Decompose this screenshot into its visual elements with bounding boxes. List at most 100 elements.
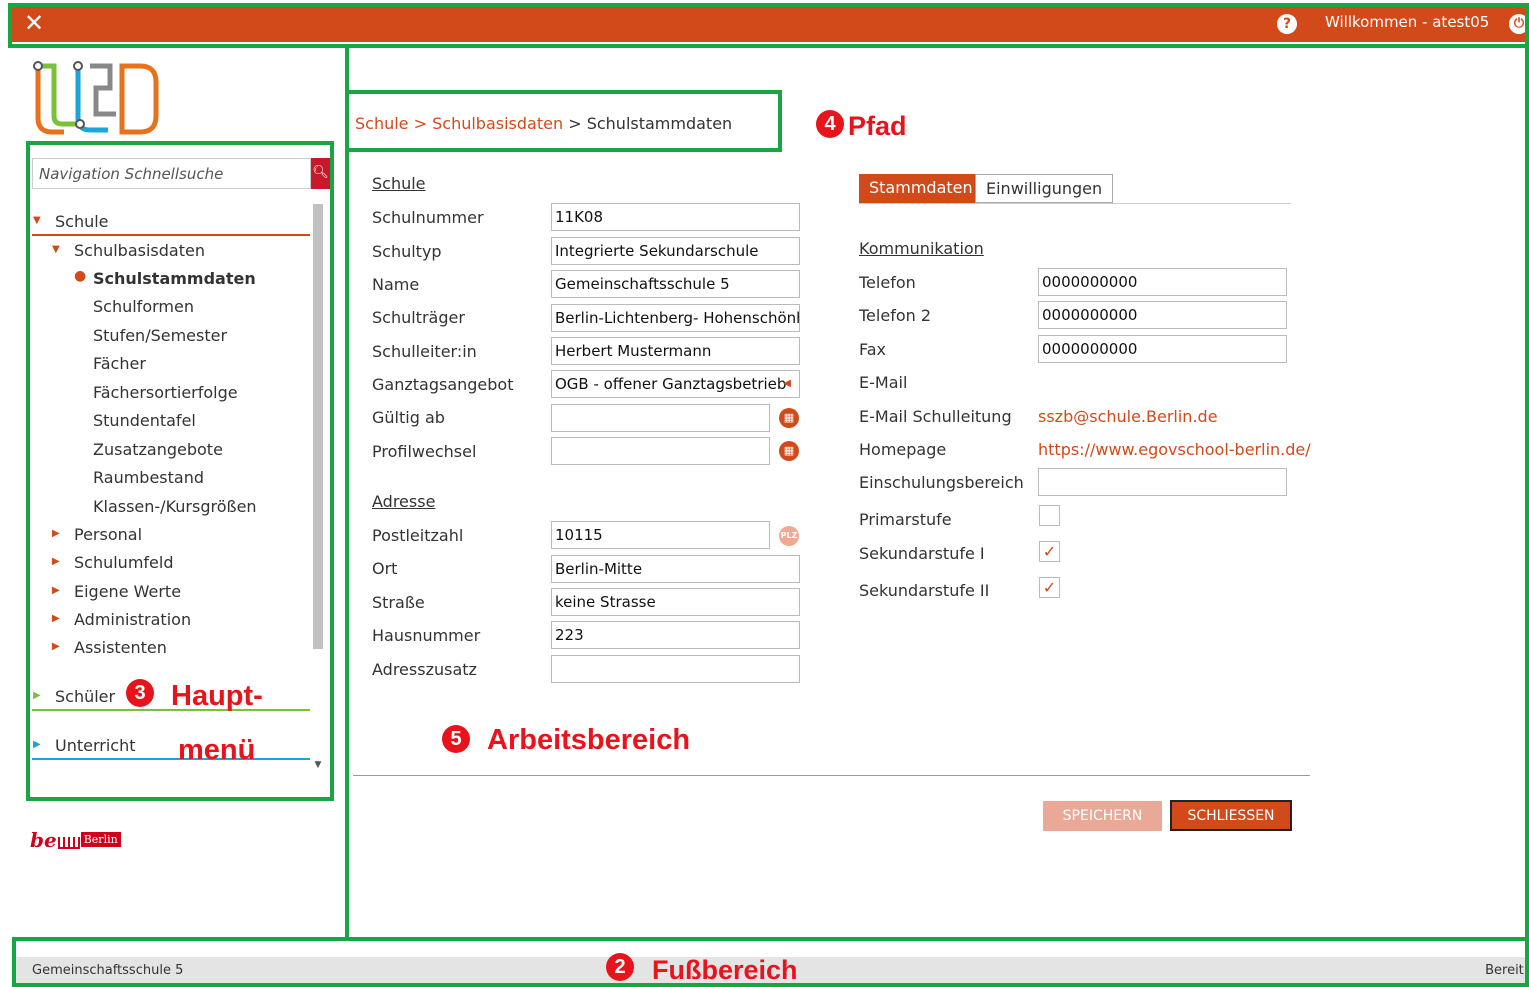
sidebar-item-administration[interactable]: ▶ Administration bbox=[52, 610, 192, 629]
sidebar-item-schulbasisdaten[interactable]: ▼ Schulbasisdaten bbox=[52, 241, 205, 260]
sidebar-item-zusatzangebote[interactable]: Zusatzangebote bbox=[93, 440, 223, 459]
field-label: Telefon bbox=[859, 273, 916, 292]
scroll-down-icon[interactable]: ▼ bbox=[313, 760, 323, 770]
close-icon[interactable]: ✕ bbox=[24, 8, 44, 38]
field-label: Primarstufe bbox=[859, 510, 952, 529]
collapsed-triangle-icon: ▶ bbox=[33, 739, 41, 750]
sidebar-item-raumbestand[interactable]: Raumbestand bbox=[93, 468, 204, 487]
nav-scroll-thumb[interactable] bbox=[313, 204, 323, 649]
fax-field[interactable]: 0000000000 bbox=[1038, 335, 1287, 363]
annotation-number: 3 bbox=[126, 679, 154, 707]
calendar-icon[interactable]: ▦ bbox=[779, 408, 799, 428]
annotation-label-path: Pfad bbox=[848, 111, 907, 141]
plz-lookup-icon[interactable]: PLZ bbox=[779, 526, 799, 546]
active-bullet-icon: ● bbox=[74, 268, 87, 284]
sidebar-item-stufen[interactable]: Stufen/Semester bbox=[93, 326, 227, 345]
expanded-triangle-icon: ▼ bbox=[52, 244, 60, 255]
divider bbox=[32, 234, 310, 236]
collapsed-triangle-icon: ▶ bbox=[52, 556, 60, 567]
nav-scrollbar[interactable]: ▼ bbox=[311, 200, 325, 778]
power-icon[interactable]: ⏻ bbox=[1509, 14, 1529, 34]
top-bar: ✕ ? Willkommen - atest05 ⏻ bbox=[10, 6, 1529, 42]
schulleiter-field[interactable]: Herbert Mustermann bbox=[551, 337, 800, 365]
nav-search-input[interactable] bbox=[32, 158, 311, 189]
sidebar-item-schule[interactable]: ▼ Schule bbox=[33, 212, 109, 231]
sidebar-item-klassen-kursgroessen[interactable]: Klassen-/Kursgrößen bbox=[93, 497, 257, 516]
ort-field[interactable]: Berlin-Mitte bbox=[551, 555, 800, 583]
sidebar-item-schulstammdaten[interactable]: ● Schulstammdaten bbox=[74, 268, 256, 288]
section-adresse: Adresse bbox=[372, 492, 436, 511]
sidebar-item-schueler[interactable]: ▶ Schüler bbox=[33, 687, 116, 706]
dropdown-arrow-icon: ◀ bbox=[783, 378, 791, 389]
sidebar-item-faechersortierfolge[interactable]: Fächersortierfolge bbox=[93, 383, 238, 402]
annotation-number: 2 bbox=[606, 953, 634, 981]
annotation-label-menu-2: menü bbox=[178, 734, 256, 766]
sidebar-item-label: Klassen-/Kursgrößen bbox=[93, 497, 257, 516]
postleitzahl-field[interactable]: 10115 bbox=[551, 521, 770, 549]
annotation-label-footer: Fußbereich bbox=[652, 955, 798, 985]
homepage-link[interactable]: https://www.egovschool-berlin.de/ bbox=[1038, 440, 1311, 459]
sidebar-item-label: Fächer bbox=[93, 354, 146, 373]
sidebar-item-label: Stufen/Semester bbox=[93, 326, 228, 345]
gueltig-ab-field[interactable] bbox=[551, 404, 770, 432]
close-button[interactable]: SCHLIESSEN bbox=[1170, 800, 1292, 831]
strasse-field[interactable]: keine Strasse bbox=[551, 588, 800, 616]
sidebar-item-label: Schüler bbox=[55, 687, 116, 706]
save-button[interactable]: SPEICHERN bbox=[1043, 801, 1162, 831]
annotation-number: 4 bbox=[816, 110, 844, 138]
telefon-field[interactable]: 0000000000 bbox=[1038, 268, 1287, 296]
collapsed-triangle-icon: ▶ bbox=[52, 528, 60, 539]
sidebar-item-label: Administration bbox=[74, 610, 192, 629]
sidebar-item-faecher[interactable]: Fächer bbox=[93, 354, 146, 373]
search-icon[interactable]: 🔍︎ bbox=[311, 158, 330, 189]
help-icon[interactable]: ? bbox=[1277, 14, 1297, 34]
sidebar-item-schulumfeld[interactable]: ▶ Schulumfeld bbox=[52, 553, 174, 572]
tab-stammdaten[interactable]: Stammdaten bbox=[859, 174, 983, 203]
field-label: Ganztagsangebot bbox=[372, 375, 514, 394]
sekundarstufe2-checkbox[interactable]: ✓ bbox=[1039, 577, 1060, 598]
email-schulleitung-link[interactable]: sszb@schule.Berlin.de bbox=[1038, 407, 1218, 426]
field-label: Schultyp bbox=[372, 242, 442, 261]
field-label: Ort bbox=[372, 559, 398, 578]
schulnummer-field[interactable]: 11K08 bbox=[551, 203, 800, 231]
sidebar-item-label: Zusatzangebote bbox=[93, 440, 223, 459]
berlin-logo-text: Berlin bbox=[80, 832, 121, 847]
welcome-text: Willkommen - atest05 bbox=[1325, 13, 1490, 31]
sekundarstufe1-checkbox[interactable]: ✓ bbox=[1039, 541, 1060, 562]
annotation-label-workarea: Arbeitsbereich bbox=[487, 724, 691, 756]
field-label: Fax bbox=[859, 340, 887, 359]
tab-einwilligungen[interactable]: Einwilligungen bbox=[975, 174, 1114, 203]
field-label: Sekundarstufe II bbox=[859, 581, 990, 600]
breadcrumb-schule[interactable]: Schule bbox=[355, 114, 409, 133]
calendar-icon[interactable]: ▦ bbox=[779, 441, 799, 461]
sidebar-item-schulformen[interactable]: Schulformen bbox=[93, 297, 194, 316]
primarstufe-checkbox[interactable] bbox=[1039, 505, 1060, 526]
collapsed-triangle-icon: ▶ bbox=[52, 613, 60, 624]
hausnummer-field[interactable]: 223 bbox=[551, 621, 800, 649]
field-label: Schulnummer bbox=[372, 208, 484, 227]
sidebar-item-personal[interactable]: ▶ Personal bbox=[52, 525, 143, 544]
einschulungsbereich-field[interactable] bbox=[1038, 468, 1287, 496]
profilwechsel-field[interactable] bbox=[551, 437, 770, 465]
sidebar-item-eigene-werte[interactable]: ▶ Eigene Werte bbox=[52, 582, 181, 601]
sidebar-item-label: Raumbestand bbox=[93, 468, 205, 487]
adresszusatz-field[interactable] bbox=[551, 655, 800, 683]
name-field[interactable]: Gemeinschaftsschule 5 bbox=[551, 270, 800, 298]
sidebar-item-assistenten[interactable]: ▶ Assistenten bbox=[52, 638, 167, 657]
sidebar-item-stundentafel[interactable]: Stundentafel bbox=[93, 411, 196, 430]
sidebar-item-label: Schulumfeld bbox=[74, 553, 174, 572]
ganztagsangebot-select[interactable]: OGB - offener Ganztagsbetrieb ◀ bbox=[551, 370, 800, 398]
breadcrumb-schulbasisdaten[interactable]: Schulbasisdaten bbox=[432, 114, 563, 133]
telefon2-field[interactable]: 0000000000 bbox=[1038, 301, 1287, 329]
sidebar-item-label: Fächersortierfolge bbox=[93, 383, 238, 402]
breadcrumb-separator: > bbox=[568, 114, 582, 133]
field-label: Einschulungsbereich bbox=[859, 473, 1024, 492]
sidebar-item-label: Personal bbox=[74, 525, 143, 544]
divider bbox=[32, 758, 310, 760]
schultyp-field[interactable]: Integrierte Sekundarschule bbox=[551, 237, 800, 265]
schultraeger-field[interactable]: Berlin-Lichtenberg- Hohenschönhausen bbox=[551, 304, 800, 332]
collapsed-triangle-icon: ▶ bbox=[52, 585, 60, 596]
field-label: Gültig ab bbox=[372, 408, 445, 427]
field-label: Homepage bbox=[859, 440, 947, 459]
sidebar-item-unterricht[interactable]: ▶ Unterricht bbox=[33, 736, 136, 755]
